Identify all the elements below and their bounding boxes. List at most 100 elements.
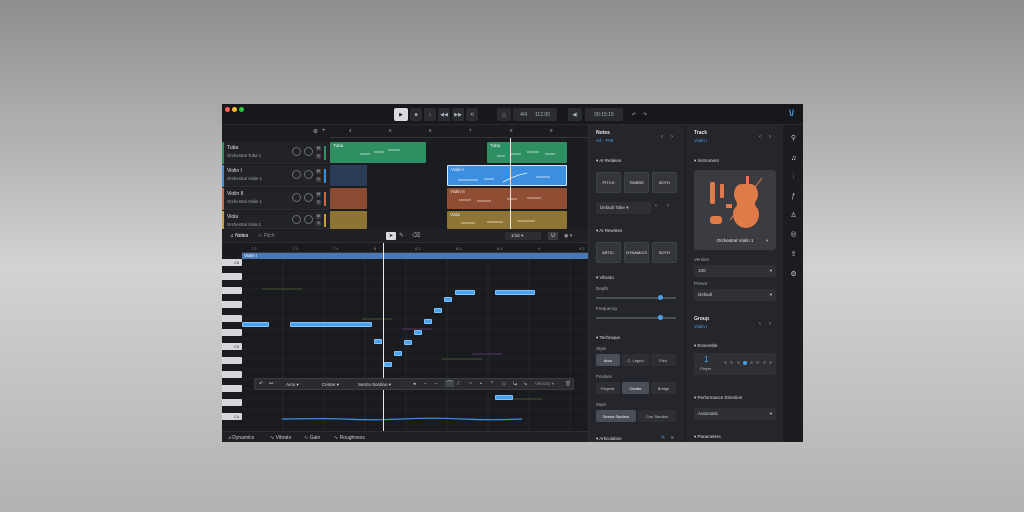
editor-ruler[interactable]: 7.2 7.3 7.4 8 8.2 8.3 8.4 9 9.2	[242, 243, 588, 253]
piano-key[interactable]: C4	[222, 413, 242, 420]
tempo-display[interactable]: 4/4 112.00	[513, 108, 557, 121]
note[interactable]	[384, 362, 392, 367]
performance-direction-select[interactable]: Automatic ▾	[694, 408, 776, 420]
piano-key[interactable]: C6	[222, 259, 242, 266]
undo-icon[interactable]: ↶	[259, 381, 263, 387]
track-header-violin2[interactable]: Violin II Orchestral Violin 1 M S	[222, 188, 330, 210]
note[interactable]	[495, 395, 513, 400]
track-header-tuba[interactable]: Tuba Orchestral Tuba 1 M S	[222, 142, 330, 164]
instrument-card[interactable]: Orchestral Violin 1 ▾	[694, 170, 776, 250]
frequency-slider-thumb[interactable]	[657, 315, 663, 320]
mute-senza-sordino[interactable]: Senza Sordino	[596, 410, 636, 422]
articulation-icon[interactable]: ⌒	[445, 380, 455, 387]
style-pizz[interactable]: Pizz.	[651, 354, 676, 366]
piano-key[interactable]: C5	[222, 343, 242, 350]
articulation-icon[interactable]: ⤿	[513, 381, 517, 387]
ai-icon[interactable]: ⚲	[790, 135, 797, 142]
pan-knob[interactable]	[304, 193, 313, 202]
position-center[interactable]: Center	[622, 382, 649, 394]
note[interactable]	[290, 322, 372, 327]
piano-key[interactable]	[222, 287, 242, 294]
articulation-icon[interactable]: ⁄	[458, 381, 459, 387]
player-dots[interactable]	[724, 361, 772, 365]
next-icon[interactable]: ›	[769, 134, 771, 140]
target-icon[interactable]: ◎	[790, 231, 797, 238]
piano-key[interactable]	[222, 301, 242, 308]
gear-icon[interactable]: ⚙	[790, 271, 797, 278]
clip-violin2-ghost[interactable]	[330, 188, 367, 209]
metronome-button[interactable]: △	[497, 108, 511, 121]
volume-knob[interactable]	[292, 215, 301, 224]
depth-slider[interactable]	[596, 295, 676, 300]
pencil-tool-icon[interactable]: ✎	[399, 232, 404, 239]
stop-button[interactable]: ■	[410, 108, 422, 121]
ensemble-header[interactable]: ▾ Ensemble	[694, 343, 718, 349]
volume-knob[interactable]	[292, 147, 301, 156]
frequency-slider[interactable]	[596, 315, 676, 320]
solo-button[interactable]: S	[316, 154, 321, 159]
tab-dynamics[interactable]: ⩘ Dynamics	[228, 435, 254, 441]
articulation-icon[interactable]: −	[435, 381, 438, 387]
note[interactable]	[424, 319, 432, 324]
next-icon[interactable]: ›	[671, 134, 673, 140]
redo-button[interactable]: ↷	[640, 108, 650, 121]
clip-violin1[interactable]: Violin I	[447, 165, 567, 186]
piano-key[interactable]	[222, 385, 242, 392]
parameters-header[interactable]: ▾ Parameters	[694, 434, 721, 440]
style-col-legno[interactable]: C. Legno	[622, 354, 649, 366]
style-select[interactable]: Arco ▾	[283, 380, 317, 389]
forward-button[interactable]: ▶▶	[452, 108, 464, 121]
pan-knob[interactable]	[304, 170, 313, 179]
trash-icon[interactable]: 🗑	[565, 381, 571, 387]
rewrite-artic-button[interactable]: ARTIC.	[596, 242, 621, 263]
note[interactable]	[444, 297, 452, 302]
play-button[interactable]: ▶	[394, 108, 408, 121]
note-grid[interactable]	[242, 259, 588, 430]
mute-select[interactable]: Senza Sordino ▾	[355, 380, 405, 389]
articulation-header[interactable]: ▾ Articulation	[596, 436, 622, 442]
articulation-icon[interactable]: ◇	[502, 381, 506, 387]
record-button[interactable]: ○	[424, 108, 436, 121]
note[interactable]	[414, 330, 422, 335]
clip-violin1-ghost[interactable]	[330, 165, 367, 186]
track-header-violin1[interactable]: Violin I Orchestral Violin 1 M S	[222, 165, 330, 187]
articulation-icon[interactable]: *	[491, 381, 493, 387]
clip-tuba-a[interactable]: Tuba	[330, 142, 426, 163]
prev-icon[interactable]: ‹	[759, 134, 761, 140]
note[interactable]	[434, 308, 442, 313]
prev-icon[interactable]: ‹	[759, 321, 761, 327]
performance-direction-header[interactable]: ▾ Performance Direction	[694, 395, 742, 401]
add-track-icon[interactable]: +	[322, 128, 326, 134]
select-tool-icon[interactable]: ➤	[386, 232, 396, 240]
playhead[interactable]	[510, 138, 511, 229]
clip-viola-ghost[interactable]	[330, 211, 367, 229]
volume-knob[interactable]	[292, 170, 301, 179]
clip-violin2[interactable]: Violin II	[447, 188, 567, 209]
piano-key[interactable]	[222, 357, 242, 364]
editor-playhead[interactable]	[383, 243, 384, 431]
retake-both-button[interactable]: BOTH	[652, 172, 677, 193]
rewrite-dynamics-button[interactable]: DYNAMICS	[624, 242, 649, 263]
magnet-icon[interactable]: U	[548, 232, 558, 240]
minimize-window-button[interactable]	[232, 107, 237, 112]
position-bridge[interactable]: Bridge	[651, 382, 676, 394]
menu-icon[interactable]: ≡	[671, 435, 674, 441]
mute-button[interactable]: M	[316, 146, 321, 151]
articulation-icon[interactable]: −	[424, 381, 427, 387]
position-select[interactable]: Center ▾	[319, 380, 353, 389]
mute-button[interactable]: M	[316, 169, 321, 174]
mute-button[interactable]: M	[316, 192, 321, 197]
ensemble-icon[interactable]: ♙	[790, 212, 797, 219]
view-options-icon[interactable]: ◉ ▾	[564, 233, 572, 239]
pan-knob[interactable]	[304, 215, 313, 224]
timeline-ruler[interactable]: 4 5 6 7 8 9	[330, 125, 588, 138]
export-icon[interactable]: ⇪	[790, 251, 797, 258]
prev-icon[interactable]: ‹	[661, 134, 663, 140]
retake-pitch-button[interactable]: PITCH	[596, 172, 621, 193]
style-arco[interactable]: Arco	[596, 354, 620, 366]
vibrato-header[interactable]: ▾ Vibrato	[596, 275, 614, 281]
retake-timbre-button[interactable]: TIMBRE	[624, 172, 649, 193]
instrument-header[interactable]: ▾ Instrument	[694, 158, 719, 164]
position-display[interactable]: 00:15:15	[585, 108, 623, 121]
prev-take-icon[interactable]: ‹	[655, 203, 657, 209]
